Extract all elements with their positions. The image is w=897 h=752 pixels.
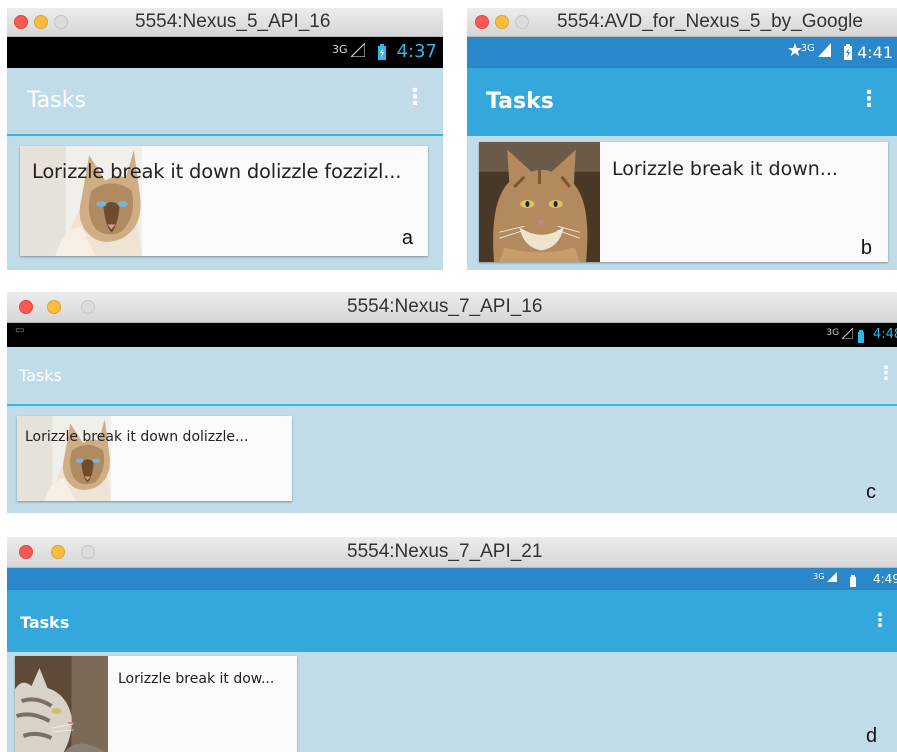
minimize-window-button[interactable]	[495, 15, 509, 29]
notification-icon: ▭	[15, 325, 25, 336]
signal-icon: 3G	[801, 43, 831, 57]
action-bar: Tasks ⋮	[467, 68, 897, 136]
close-window-button[interactable]	[14, 15, 28, 29]
status-clock: 4:48	[873, 327, 897, 342]
signal-icon: 3G	[813, 572, 837, 582]
action-bar: Tasks ⋮	[7, 347, 897, 406]
zoom-window-button[interactable]	[81, 300, 95, 314]
network-type-label: 3G	[826, 328, 840, 338]
app-title: Tasks	[20, 613, 70, 632]
task-card-text: Lorizzle break it dow...	[118, 671, 275, 687]
task-card-text: Lorizzle break it down dolizzle fozzizl.…	[32, 160, 402, 183]
overflow-menu-icon[interactable]: ⋮	[871, 610, 889, 631]
status-bar: 3G 4:49	[7, 568, 897, 590]
battery-icon	[843, 44, 853, 64]
minimize-window-button[interactable]	[51, 545, 65, 559]
panel-label: b	[860, 237, 872, 259]
task-list: Lorizzle break it down... b	[467, 136, 897, 270]
status-clock: 4:49	[873, 572, 897, 586]
window-title: 5554:Nexus_7_API_16	[347, 296, 543, 317]
emulator-window-nexus-5-api-16: 5554:Nexus_5_API_16 3G 4:37 Tasks ⋮ Lori…	[7, 8, 443, 270]
status-clock: 4:37	[396, 41, 437, 62]
minimize-window-button[interactable]	[34, 15, 48, 29]
status-clock: 4:41	[857, 43, 893, 62]
window-title: 5554:AVD_for_Nexus_5_by_Google	[557, 11, 863, 32]
network-type-label: 3G	[813, 572, 825, 581]
task-list: Lorizzle break it dow... d	[7, 652, 897, 752]
emulator-window-nexus-7-api-21: 5554:Nexus_7_API_21 3G 4:49 Tasks ⋮ Lori…	[7, 537, 897, 752]
cat-thumbnail	[15, 656, 108, 752]
cat-thumbnail	[479, 142, 600, 262]
signal-icon: 3G	[826, 326, 854, 340]
zoom-window-button[interactable]	[515, 15, 529, 29]
overflow-menu-icon[interactable]: ⋮	[877, 363, 895, 384]
panel-label: d	[866, 725, 878, 747]
overflow-menu-icon[interactable]: ⋮	[858, 87, 880, 112]
task-card[interactable]: Lorizzle break it down... b	[479, 142, 888, 262]
app-title: Tasks	[19, 366, 62, 385]
task-card-text: Lorizzle break it down dolizzle...	[25, 429, 249, 445]
zoom-window-button[interactable]	[81, 545, 95, 559]
network-type-label: 3G	[331, 43, 348, 56]
network-type-label: 3G	[800, 43, 815, 54]
app-title: Tasks	[27, 88, 86, 113]
window-title: 5554:Nexus_7_API_21	[347, 541, 543, 562]
window-title-bar[interactable]: 5554:Nexus_7_API_21	[7, 537, 897, 568]
battery-icon	[857, 328, 865, 347]
battery-icon	[849, 572, 857, 591]
window-title: 5554:Nexus_5_API_16	[135, 11, 331, 32]
window-title-bar[interactable]: 5554:AVD_for_Nexus_5_by_Google	[467, 8, 897, 37]
window-title-bar[interactable]: 5554:Nexus_7_API_16	[7, 292, 897, 323]
task-list: Lorizzle break it down dolizzle fozzizl.…	[7, 136, 443, 270]
close-window-button[interactable]	[19, 300, 33, 314]
task-card[interactable]: Lorizzle break it down dolizzle fozzizl.…	[20, 146, 428, 256]
status-bar: ▭ 3G 4:48	[7, 323, 897, 347]
signal-icon: 3G	[331, 41, 366, 58]
emulator-window-avd-nexus-5: 5554:AVD_for_Nexus_5_by_Google ★ 3G 4:41…	[467, 8, 897, 270]
close-window-button[interactable]	[19, 545, 33, 559]
task-list: Lorizzle break it down dolizzle... c	[7, 406, 897, 513]
task-card[interactable]: Lorizzle break it down dolizzle...	[17, 416, 292, 501]
action-bar: Tasks ⋮	[7, 68, 443, 136]
minimize-window-button[interactable]	[47, 300, 61, 314]
action-bar: Tasks ⋮	[7, 590, 897, 652]
task-card[interactable]: Lorizzle break it dow...	[15, 656, 297, 752]
emulator-window-nexus-7-api-16: 5554:Nexus_7_API_16 ▭ 3G 4:48 Tasks ⋮ Lo…	[7, 292, 897, 513]
panel-label: c	[866, 481, 876, 503]
overflow-menu-icon[interactable]: ⋮	[404, 85, 426, 110]
battery-icon	[377, 44, 387, 64]
task-card-text: Lorizzle break it down...	[612, 158, 838, 180]
panel-label: a	[401, 227, 413, 249]
status-bar: 3G 4:37	[7, 37, 443, 68]
status-bar: ★ 3G 4:41	[467, 37, 897, 68]
app-title: Tasks	[486, 89, 554, 114]
window-title-bar[interactable]: 5554:Nexus_5_API_16	[7, 8, 443, 37]
close-window-button[interactable]	[475, 15, 489, 29]
zoom-window-button[interactable]	[54, 15, 68, 29]
